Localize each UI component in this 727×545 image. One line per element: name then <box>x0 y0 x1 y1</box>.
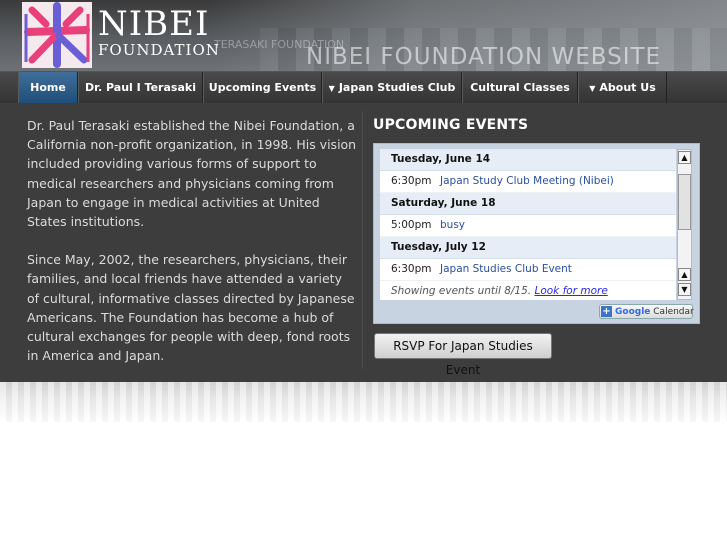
logo-title: NIBEI <box>98 4 210 44</box>
calendar-widget: Tuesday, June 14 6:30pm Japan Study Club … <box>373 143 700 324</box>
nav-about-us[interactable]: ▼ About Us <box>578 72 667 104</box>
nav-dr-paul-terasaki[interactable]: Dr. Paul I Terasaki <box>78 72 203 104</box>
rsvp-button[interactable]: RSVP For Japan Studies Event <box>374 333 552 377</box>
calendar-event[interactable]: 6:30pm Japan Study Club Meeting (Nibei) <box>380 171 676 193</box>
intro-text: Dr. Paul Terasaki established the Nibei … <box>27 116 357 384</box>
calendar-event-list[interactable]: Tuesday, June 14 6:30pm Japan Study Club … <box>380 149 676 300</box>
gcal-google-label: Google <box>615 307 651 317</box>
calendar-event[interactable]: 6:30pm Japan Studies Club Event <box>380 259 676 281</box>
site-header: NIBEI FOUNDATION TERASAKI FOUNDATION NIB… <box>0 0 727 71</box>
nav-japan-studies-label: Japan Studies Club <box>338 81 456 94</box>
scroll-up-icon[interactable]: ▲ <box>678 268 691 281</box>
logo-subtitle: FOUNDATION <box>98 41 220 59</box>
nav-upcoming-label: Upcoming Events <box>208 81 317 94</box>
plus-icon: + <box>601 306 612 317</box>
main-content: Dr. Paul Terasaki established the Nibei … <box>0 103 727 382</box>
add-to-google-calendar-button[interactable]: + Google Calendar <box>599 304 694 319</box>
look-for-more-link[interactable]: Look for more <box>534 285 607 297</box>
calendar-footer-text: Showing events until 8/15. <box>391 285 532 297</box>
event-time: 6:30pm <box>391 263 432 275</box>
scroll-down-icon[interactable]: ▼ <box>678 283 691 296</box>
calendar-scrollbar[interactable]: ▲ ▲ ▼ <box>677 149 692 300</box>
nav-home-label: Home <box>30 81 66 94</box>
main-nav: Home Dr. Paul I Terasaki Upcoming Events… <box>0 71 727 104</box>
nav-cultural-classes[interactable]: Cultural Classes <box>462 72 578 104</box>
event-title[interactable]: busy <box>440 219 465 231</box>
event-title[interactable]: Japan Study Club Meeting (Nibei) <box>440 175 614 187</box>
gcal-calendar-label: Calendar <box>653 307 694 317</box>
nav-home[interactable]: Home <box>18 72 78 104</box>
scrollbar-thumb[interactable] <box>678 174 691 230</box>
logo-kanji-icon[interactable] <box>22 2 92 68</box>
nav-japan-studies-club[interactable]: ▼ Japan Studies Club <box>322 72 462 104</box>
upcoming-events-heading: UPCOMING EVENTS <box>373 117 529 133</box>
calendar-day-header: Saturday, June 18 <box>380 193 676 215</box>
nav-upcoming-events[interactable]: Upcoming Events <box>203 72 322 104</box>
nav-terasaki-label: Dr. Paul I Terasaki <box>85 81 196 94</box>
header-watermark: NIBEI FOUNDATION WEBSITE <box>306 44 662 70</box>
calendar-day-header: Tuesday, June 14 <box>380 149 676 171</box>
logo-wordmark[interactable]: NIBEI FOUNDATION <box>98 6 220 58</box>
event-time: 6:30pm <box>391 175 432 187</box>
intro-paragraph-2: Since May, 2002, the researchers, physic… <box>27 252 355 364</box>
event-time: 5:00pm <box>391 219 432 231</box>
column-divider <box>362 111 363 369</box>
calendar-day-header: Tuesday, July 12 <box>380 237 676 259</box>
footer-band <box>0 382 727 422</box>
calendar-footer: Showing events until 8/15. Look for more <box>380 281 676 300</box>
event-title[interactable]: Japan Studies Club Event <box>440 263 572 275</box>
nav-about-label: About Us <box>599 81 656 94</box>
chevron-down-icon: ▼ <box>328 84 335 93</box>
chevron-down-icon: ▼ <box>589 84 596 93</box>
nav-cultural-label: Cultural Classes <box>470 81 570 94</box>
scroll-up-icon[interactable]: ▲ <box>678 151 691 164</box>
calendar-event[interactable]: 5:00pm busy <box>380 215 676 237</box>
intro-paragraph-1: Dr. Paul Terasaki established the Nibei … <box>27 118 357 230</box>
